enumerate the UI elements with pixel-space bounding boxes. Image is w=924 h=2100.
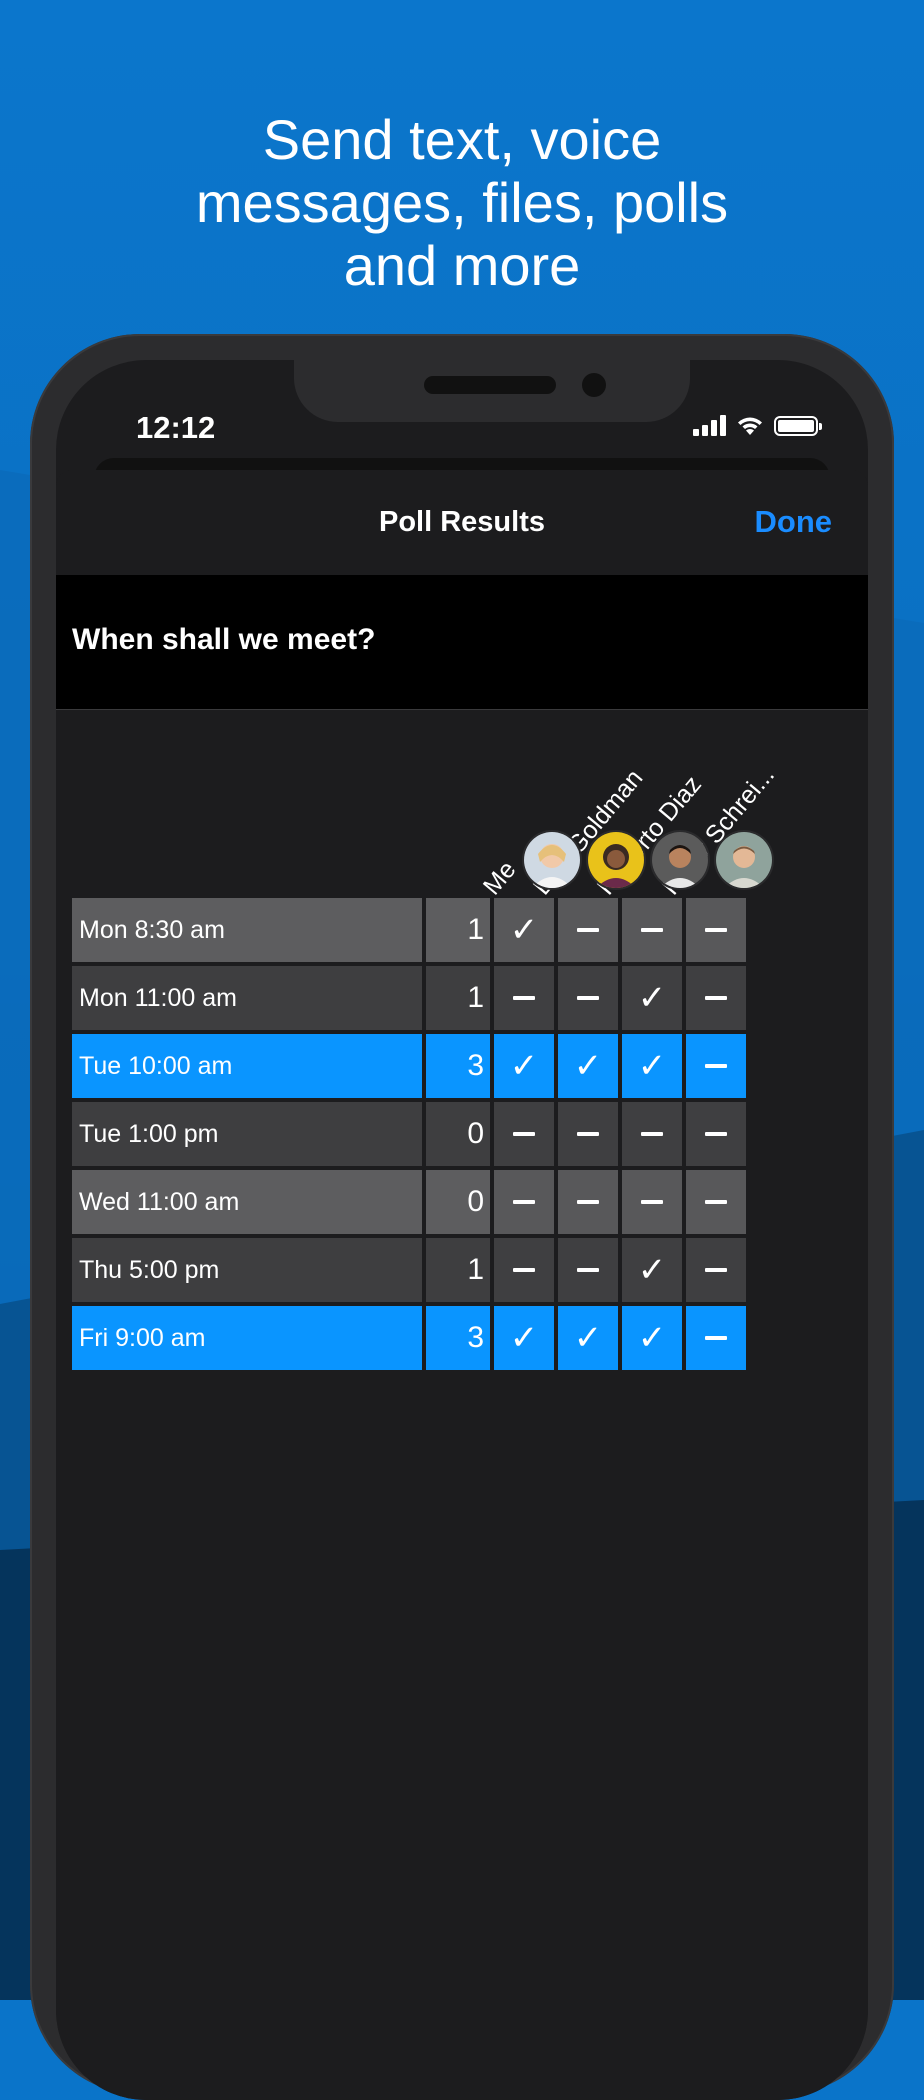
- dash-icon: [494, 1238, 554, 1302]
- dash-icon: [558, 966, 618, 1030]
- dash-icon: [577, 1268, 599, 1272]
- checkmark-icon: ✓: [558, 1034, 618, 1098]
- phone-frame: 12:12 Poll Results Done When shall we me…: [30, 334, 894, 2100]
- vote-count: 0: [426, 1102, 490, 1166]
- navigation-bar: Poll Results Done: [56, 470, 868, 575]
- dash-icon: [577, 1132, 599, 1136]
- dash-icon: [494, 966, 554, 1030]
- status-time: 12:12: [136, 410, 216, 445]
- checkmark-icon: ✓: [622, 1306, 682, 1370]
- speaker: [424, 376, 556, 394]
- checkmark-icon: ✓: [558, 1306, 618, 1370]
- battery-icon: [774, 416, 822, 436]
- dash-icon: [686, 1102, 746, 1166]
- dash-icon: [558, 1170, 618, 1234]
- poll-option-row[interactable]: Fri 9:00 am 3 ✓ ✓ ✓: [72, 1306, 746, 1370]
- checkmark-icon: ✓: [494, 1034, 554, 1098]
- checkmark-icon: ✓: [622, 966, 682, 1030]
- dash-icon: [641, 928, 663, 932]
- poll-option-row[interactable]: Thu 5:00 pm 1 ✓: [72, 1238, 746, 1302]
- avatar[interactable]: [650, 830, 710, 890]
- vote-count: 1: [426, 898, 490, 962]
- dash-icon: [705, 1064, 727, 1068]
- checkmark-icon: ✓: [494, 898, 554, 962]
- dash-icon: [705, 1268, 727, 1272]
- dash-icon: [705, 1200, 727, 1204]
- dash-icon: [494, 1102, 554, 1166]
- dash-icon: [494, 1170, 554, 1234]
- avatar[interactable]: [714, 830, 774, 890]
- camera: [582, 373, 606, 397]
- poll-option-row[interactable]: Tue 1:00 pm 0: [72, 1102, 746, 1166]
- vote-count: 1: [426, 966, 490, 1030]
- notch: [294, 360, 690, 422]
- page-title: Poll Results: [379, 506, 545, 538]
- dash-icon: [686, 1170, 746, 1234]
- poll-option-label: Tue 10:00 am: [72, 1034, 422, 1098]
- poll-option-label: Mon 8:30 am: [72, 898, 422, 962]
- poll-option-label: Fri 9:00 am: [72, 1306, 422, 1370]
- dash-icon: [558, 898, 618, 962]
- vote-count: 3: [426, 1306, 490, 1370]
- participant-name: Me: [477, 855, 522, 901]
- poll-question: When shall we meet?: [72, 623, 376, 656]
- vote-count: 1: [426, 1238, 490, 1302]
- checkmark-icon: ✓: [494, 1306, 554, 1370]
- checkmark-icon: ✓: [622, 1238, 682, 1302]
- dash-icon: [686, 966, 746, 1030]
- checkmark-icon: ✓: [622, 1034, 682, 1098]
- dash-icon: [558, 1102, 618, 1166]
- dash-icon: [641, 1200, 663, 1204]
- dash-icon: [622, 898, 682, 962]
- avatar[interactable]: [522, 830, 582, 890]
- avatar[interactable]: [586, 830, 646, 890]
- cellular-signal-icon: [693, 414, 726, 436]
- poll-option-row[interactable]: Mon 8:30 am 1 ✓: [72, 898, 746, 962]
- vote-count: 0: [426, 1170, 490, 1234]
- status-icons: [693, 414, 822, 436]
- phone-screen: 12:12 Poll Results Done When shall we me…: [56, 360, 868, 2100]
- headline-line: and more: [343, 234, 581, 297]
- dash-icon: [577, 1200, 599, 1204]
- headline-line: Send text, voice: [262, 108, 662, 171]
- dash-icon: [641, 1132, 663, 1136]
- dash-icon: [513, 1200, 535, 1204]
- dash-icon: [686, 898, 746, 962]
- poll-results-sheet: Poll Results Done When shall we meet? Me…: [56, 470, 868, 2100]
- dash-icon: [686, 1238, 746, 1302]
- dash-icon: [622, 1102, 682, 1166]
- done-button[interactable]: Done: [755, 504, 833, 540]
- poll-option-row[interactable]: Mon 11:00 am 1 ✓: [72, 966, 746, 1030]
- dash-icon: [577, 996, 599, 1000]
- dash-icon: [577, 928, 599, 932]
- dash-icon: [705, 996, 727, 1000]
- dash-icon: [622, 1170, 682, 1234]
- promo-headline: Send text, voice messages, files, polls …: [0, 108, 924, 297]
- dash-icon: [705, 1132, 727, 1136]
- dash-icon: [513, 1268, 535, 1272]
- headline-line: messages, files, polls: [195, 171, 729, 234]
- dash-icon: [686, 1306, 746, 1370]
- dash-icon: [686, 1034, 746, 1098]
- dash-icon: [513, 996, 535, 1000]
- poll-option-label: Wed 11:00 am: [72, 1170, 422, 1234]
- dash-icon: [705, 928, 727, 932]
- poll-question-box: When shall we meet?: [56, 575, 868, 710]
- poll-option-row[interactable]: Wed 11:00 am 0: [72, 1170, 746, 1234]
- dash-icon: [513, 1132, 535, 1136]
- dash-icon: [705, 1336, 727, 1340]
- vote-count: 3: [426, 1034, 490, 1098]
- poll-option-label: Thu 5:00 pm: [72, 1238, 422, 1302]
- wifi-icon: [738, 417, 762, 435]
- dash-icon: [558, 1238, 618, 1302]
- poll-option-label: Tue 1:00 pm: [72, 1102, 422, 1166]
- poll-option-label: Mon 11:00 am: [72, 966, 422, 1030]
- poll-option-row[interactable]: Tue 10:00 am 3 ✓ ✓ ✓: [72, 1034, 746, 1098]
